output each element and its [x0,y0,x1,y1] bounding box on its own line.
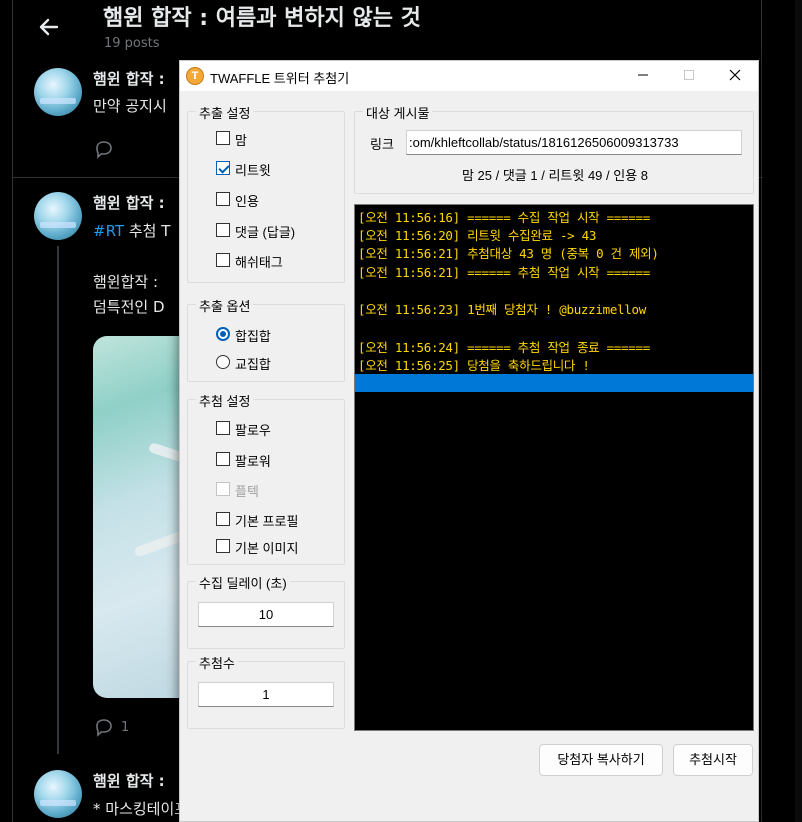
minimize-icon [638,74,648,76]
avatar[interactable] [34,68,82,116]
post-count: 19 posts [104,36,160,51]
tweet-text-line: 덤특전인 D [93,298,165,316]
page-title: 햄윈 합작 : 여름과 변하지 않는 것 [103,6,421,31]
checkbox-box[interactable] [216,192,230,206]
radio-label: 합집합 [235,329,271,344]
checkbox-box-disabled [216,482,230,496]
checkbox-box[interactable] [216,539,230,553]
minimize-button[interactable] [620,61,666,91]
reply-icon[interactable] [93,138,115,160]
reply-count: 1 [121,720,130,735]
reply-icon[interactable] [93,716,115,738]
checkbox-box[interactable] [216,223,230,237]
link-label: 링크 [370,137,394,152]
tweet-author[interactable]: 햄윈 합작 : [93,192,165,213]
radio-label: 교집합 [235,357,271,372]
tweet-text: 만약 공지시 [93,97,167,115]
maximize-icon [684,70,694,80]
checkbox-label: 팔로우 [235,423,271,438]
thread-header: 햄윈 합작 : 여름과 변하지 않는 것 19 posts [13,0,763,60]
checkbox-label: 해쉬태그 [235,255,283,270]
delay-input[interactable]: 10 [198,602,334,627]
page-scrollbar[interactable] [795,0,802,822]
group-label: 대상 게시물 [363,103,433,122]
checkbox-label: 기본 프로필 [235,514,299,529]
log-line: [오전 11:56:24] ====== 추첨 작업 종료 ====== [358,340,650,355]
checkbox-label: 리트윗 [235,163,271,178]
window-title: TWAFFLE 트위터 추첨기 [210,71,350,86]
group-label: 추첨수 [196,653,238,672]
tweet-text-body: 추첨 T [128,222,171,240]
post-stats: 맘 25 / 댓글 1 / 리트윗 49 / 인용 8 [461,168,648,183]
checkbox-box-checked[interactable] [216,161,230,175]
log-line: [오전 11:56:21] 추첨대상 43 명 (중복 0 건 제외) [358,246,659,261]
checkbox-box[interactable] [216,131,230,145]
thread-line [57,246,59,754]
close-icon [729,69,741,81]
checkbox-box[interactable] [216,512,230,526]
app-logo-icon: T [186,67,204,85]
title-bar[interactable]: T TWAFFLE 트위터 추첨기 [180,61,758,91]
log-selected-row[interactable] [355,374,753,392]
checkbox-box[interactable] [216,452,230,466]
link-input[interactable]: :om/khleftcollab/status/1816126506009313… [406,130,742,155]
checkbox-label: 플텍 [235,484,259,499]
checkbox-box[interactable] [216,253,230,267]
close-button[interactable] [712,61,758,91]
copy-winners-button[interactable]: 당첨자 복사하기 [539,744,663,776]
avatar[interactable] [34,192,82,240]
tweet-author[interactable]: 햄윈 합작 : [93,770,165,791]
log-line: [오전 11:56:23] 1번째 당첨자 ! @buzzimellow [358,302,646,317]
twaffle-dialog: T TWAFFLE 트위터 추첨기 추출 설정 맘 리트윗 인용 댓글 (답글)… [179,60,759,822]
tweet-text-line: 햄윈합작 : [93,273,159,291]
checkbox-label: 팔로워 [235,454,271,469]
maximize-button[interactable] [666,61,712,91]
avatar[interactable] [34,770,82,818]
checkbox-box[interactable] [216,421,230,435]
group-label: 수집 딜레이 (초) [196,573,290,592]
log-line: [오전 11:56:20] 리트윗 수집완료 -> 43 [358,228,597,243]
log-line: [오전 11:56:16] ====== 수집 작업 시작 ====== [358,210,650,225]
log-line: [오전 11:56:21] ====== 추첨 작업 시작 ====== [358,265,650,280]
checkbox-label: 맘 [235,133,247,148]
winner-count-input[interactable]: 1 [198,682,334,707]
tweet-author[interactable]: 햄윈 합작 : [93,68,165,89]
checkbox-label: 기본 이미지 [235,541,299,556]
group-label: 추첨 설정 [196,391,254,410]
arrow-left-icon [39,18,59,36]
tweet-image[interactable] [93,336,193,698]
start-draw-button[interactable]: 추첨시작 [673,744,753,776]
checkbox-label: 댓글 (답글) [235,225,296,240]
checkbox-label: 인용 [235,194,259,209]
hashtag-link[interactable]: #RT [93,222,124,240]
group-label: 추출 설정 [196,103,254,122]
back-button[interactable] [33,12,63,42]
radio-dot-selected[interactable] [216,327,230,341]
log-output[interactable]: [오전 11:56:16] ====== 수집 작업 시작 ====== [오전… [354,204,754,731]
log-line: [오전 11:56:25] 당첨을 축하드립니다 ! [358,358,590,373]
tweet-text: #RT 추첨 T [93,220,170,241]
radio-dot[interactable] [216,355,230,369]
group-label: 추출 옵션 [196,296,254,315]
